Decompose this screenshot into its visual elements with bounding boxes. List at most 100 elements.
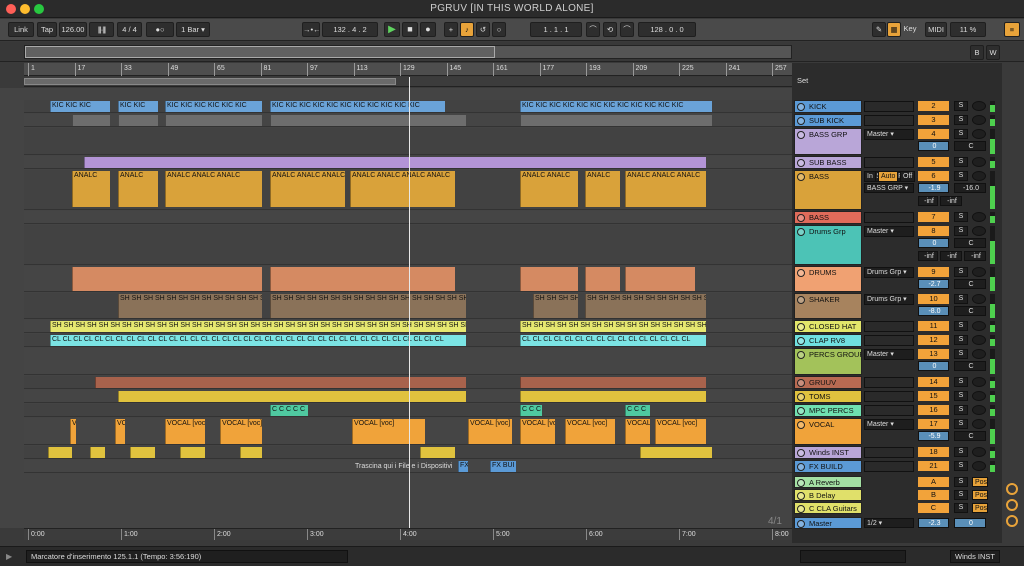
loop-bar[interactable] <box>24 77 792 87</box>
return-track-header[interactable]: C CLA Guitars <box>794 502 862 514</box>
monitor-in-button[interactable]: In <box>864 171 876 182</box>
track-lane[interactable] <box>24 114 792 127</box>
arm-button[interactable] <box>972 115 986 125</box>
clip[interactable] <box>640 447 712 458</box>
volume-field[interactable]: -5.9 <box>918 431 949 441</box>
track-header[interactable]: TOMS <box>794 390 862 403</box>
track-header[interactable]: MPC PERCS <box>794 404 862 417</box>
clip[interactable] <box>270 267 455 291</box>
output-routing-select[interactable]: Master ▾ <box>864 419 914 430</box>
pan-field[interactable]: C <box>954 238 986 248</box>
clip[interactable]: SH SH SH SH SH SH SH SH SH SH SH SH SH S… <box>50 321 466 332</box>
track-header[interactable]: SHAKER <box>794 293 862 319</box>
loop-length-field[interactable]: 128 . 0 . 0 <box>638 22 696 37</box>
clip[interactable]: KIC KIC KIC <box>50 101 110 112</box>
return-activator[interactable]: C <box>918 503 949 513</box>
track-lane[interactable] <box>24 225 792 265</box>
clip[interactable] <box>90 447 105 458</box>
solo-button[interactable]: S <box>954 171 968 181</box>
track-fold-icon[interactable] <box>797 323 805 331</box>
overview-strip[interactable] <box>24 45 792 59</box>
solo-button[interactable]: S <box>954 405 968 415</box>
master-track-header[interactable]: Master <box>794 517 862 529</box>
track-fold-icon[interactable] <box>797 296 805 304</box>
pan-field[interactable]: C <box>954 431 986 441</box>
track-header[interactable]: CLAP RV8 <box>794 334 862 347</box>
track-lane[interactable] <box>24 446 792 459</box>
track-activator[interactable]: 5 <box>918 157 949 167</box>
menu-icon[interactable]: ≡ <box>1004 22 1020 37</box>
track-fold-icon[interactable] <box>797 393 805 401</box>
reenable-automation-icon[interactable]: ↺ <box>476 22 490 37</box>
time-signature-field[interactable]: 4 / 4 <box>117 22 142 37</box>
track-activator[interactable]: 9 <box>918 267 949 277</box>
solo-button[interactable]: S <box>954 294 968 304</box>
arm-button[interactable] <box>972 391 986 401</box>
monitor-off-button[interactable]: Off <box>900 171 915 182</box>
arm-button[interactable] <box>972 129 986 139</box>
metronome-button[interactable]: ●○ <box>146 22 174 37</box>
clip[interactable] <box>130 447 155 458</box>
return-track-header[interactable]: A Reverb <box>794 476 862 488</box>
return-activator[interactable]: B <box>918 490 949 500</box>
clip[interactable]: VOCAL [voc] <box>115 419 125 444</box>
return-toggle-icon[interactable] <box>1006 483 1018 495</box>
arm-button[interactable] <box>972 267 986 277</box>
track-fold-icon[interactable] <box>797 159 805 167</box>
track-lane[interactable] <box>24 128 792 155</box>
solo-button[interactable]: S <box>954 490 968 500</box>
track-activator[interactable]: 3 <box>918 115 949 125</box>
draw-mode-icon[interactable]: ✎ <box>872 22 886 37</box>
clip[interactable]: ANALC ANALC <box>520 171 578 207</box>
track-activator[interactable]: 7 <box>918 212 949 222</box>
solo-button[interactable]: S <box>954 419 968 429</box>
clip[interactable] <box>585 267 620 291</box>
track-fold-icon[interactable] <box>797 228 805 236</box>
arm-button[interactable] <box>972 101 986 111</box>
track-header[interactable]: FX BUILD <box>794 460 862 473</box>
clip[interactable]: SH SH SH SH SH SH SH SH SH SH SH SH SH S… <box>270 294 466 318</box>
track-header[interactable]: SUB KICK <box>794 114 862 127</box>
track-header[interactable]: Drums Grp <box>794 225 862 265</box>
quantize-select[interactable]: 1 Bar ▾ <box>176 22 210 37</box>
track-lane[interactable]: SH SH SH SH SH SH SH SH SH SH SH SH SH SH… <box>24 293 792 319</box>
clip[interactable]: ANALC <box>585 171 620 207</box>
volume-field[interactable]: 0 <box>918 238 949 248</box>
arm-button[interactable] <box>972 294 986 304</box>
volume-field[interactable]: 0 <box>918 141 949 151</box>
track-lane[interactable] <box>24 390 792 403</box>
clip[interactable]: VOCAL [voc] <box>165 419 205 444</box>
solo-button[interactable]: S <box>954 101 968 111</box>
arm-button[interactable] <box>972 226 986 236</box>
monitor-auto-button[interactable]: Auto <box>878 171 898 182</box>
pan-field[interactable]: C <box>954 361 986 371</box>
track-activator[interactable]: 15 <box>918 391 949 401</box>
arm-button[interactable] <box>972 157 986 167</box>
midi-map-button[interactable]: MIDI <box>925 22 947 37</box>
nudge-icon[interactable]: |||·||| <box>89 22 114 37</box>
track-fold-icon[interactable] <box>797 117 805 125</box>
io-toggle-icon[interactable] <box>1006 499 1018 511</box>
play-icon[interactable]: ▶ <box>384 22 400 37</box>
track-fold-icon[interactable] <box>797 269 805 277</box>
track-fold-icon[interactable] <box>797 449 805 457</box>
track-lane[interactable] <box>24 348 792 375</box>
clip[interactable]: VOCAL [voc] <box>520 419 555 444</box>
send-a-field[interactable]: -inf <box>918 196 938 206</box>
clip[interactable]: VOCAL [voc] <box>70 419 76 444</box>
clip[interactable]: SH SH SH SH SH SH SH SH SH SH SH SH SH S… <box>520 321 706 332</box>
clip[interactable] <box>180 447 205 458</box>
keyboard-icon[interactable]: ▦ <box>887 22 901 37</box>
clip[interactable]: C C C C C <box>270 405 308 416</box>
track-activator[interactable]: 14 <box>918 377 949 387</box>
track-activator[interactable]: 2 <box>918 101 949 111</box>
solo-button[interactable]: S <box>954 267 968 277</box>
clip[interactable]: VOCAL [voc] <box>352 419 425 444</box>
return-activator[interactable]: A <box>918 477 949 487</box>
clip[interactable]: VOCAL [voc] <box>565 419 615 444</box>
link-button[interactable]: Link <box>8 22 34 37</box>
punch-in-icon[interactable]: ⌒ <box>586 22 600 37</box>
track-lane[interactable]: SH SH SH SH SH SH SH SH SH SH SH SH SH S… <box>24 320 792 333</box>
clip[interactable]: KIC KIC <box>118 101 158 112</box>
arrangement-view[interactable]: KIC KIC KIC KIC KIC KIC KIC KIC KIC KIC KI… <box>0 88 792 528</box>
